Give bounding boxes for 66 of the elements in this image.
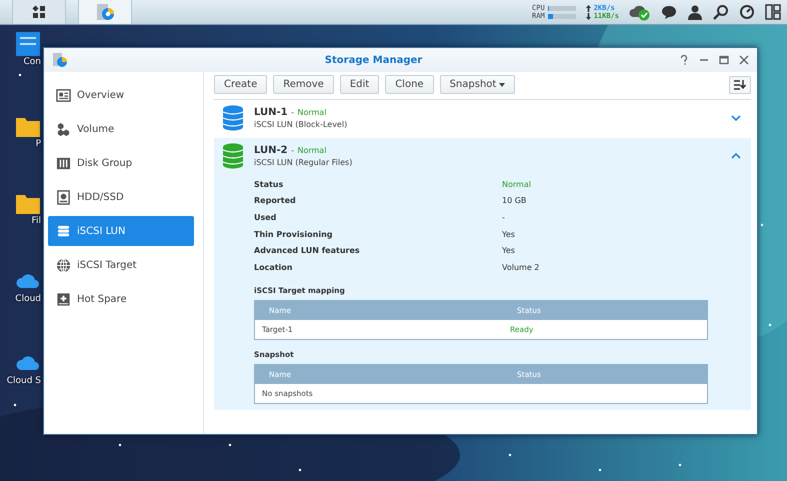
- control-panel-icon[interactable]: [15, 31, 41, 57]
- window-title: Storage Manager: [324, 54, 424, 66]
- id-card-icon: [56, 88, 71, 102]
- detail-label: Thin Provisioning: [254, 230, 334, 239]
- database-icon: [222, 105, 244, 131]
- database-icon: [222, 143, 244, 169]
- desktop-icon-label: Fil: [31, 216, 41, 226]
- cloud-check-icon[interactable]: [629, 3, 651, 21]
- cubes-icon: [56, 122, 71, 136]
- storage-app-icon: [95, 2, 115, 22]
- lun-name: LUN-1 - Normal: [254, 107, 328, 118]
- close-icon[interactable]: [739, 55, 749, 65]
- storage-app-icon: [52, 52, 68, 68]
- detail-label: Status: [254, 180, 284, 189]
- chevron-down-icon[interactable]: [731, 115, 741, 121]
- sort-icon: [734, 80, 746, 90]
- user-icon[interactable]: [687, 4, 703, 20]
- toolbar-button[interactable]: Edit: [340, 75, 380, 94]
- lun-type: iSCSI LUN (Block-Level): [254, 120, 348, 129]
- detail-value: 10 GB: [502, 196, 528, 206]
- sidebar-item[interactable]: Overview: [48, 80, 194, 110]
- plus-box-icon: [56, 292, 71, 306]
- database-icon: [56, 224, 71, 238]
- detail-value: Yes: [502, 230, 516, 239]
- detail-label: Advanced LUN features: [254, 246, 361, 256]
- desktop-icon-label: Cloud: [15, 294, 41, 304]
- desktop-icon-label: Con: [24, 57, 41, 67]
- sidebar-item[interactable]: iSCSI Target: [48, 250, 194, 280]
- lun-type: iSCSI LUN (Regular Files): [254, 158, 354, 167]
- chevron-up-icon[interactable]: [731, 153, 741, 159]
- globe-icon: [56, 258, 71, 272]
- detail-label: Used: [254, 212, 278, 222]
- caret-icon: [499, 82, 506, 86]
- sidebar-item[interactable]: iSCSI LUN: [48, 216, 194, 246]
- detail-label: Reported: [254, 196, 297, 206]
- detail-label: Location: [254, 262, 294, 272]
- detail-value: Yes: [502, 246, 516, 256]
- sidebar-item[interactable]: Volume: [48, 114, 194, 144]
- lun-name: LUN-2 - Normal: [254, 145, 328, 156]
- search-icon[interactable]: [713, 4, 729, 20]
- gauge-icon[interactable]: [739, 4, 755, 20]
- sidebar-item[interactable]: Disk Group: [48, 148, 194, 178]
- help-icon[interactable]: [679, 55, 689, 65]
- maximize-icon[interactable]: [719, 55, 729, 65]
- desktop-icon-label: P: [36, 139, 41, 149]
- sort-button[interactable]: [729, 76, 751, 94]
- detail-value: Normal: [502, 180, 532, 189]
- widgets-icon[interactable]: [765, 4, 781, 20]
- detail-value: Volume 2: [502, 262, 540, 272]
- cpu-meter: [548, 6, 576, 10]
- toolbar-button[interactable]: Remove: [273, 75, 334, 94]
- detail-value: -: [502, 212, 506, 222]
- sidebar-item[interactable]: HDD/SSD: [48, 182, 194, 212]
- chat-icon[interactable]: [661, 4, 677, 20]
- grid-icon: [32, 5, 46, 19]
- hard-drive-icon: [56, 190, 71, 204]
- down-arrow-icon: [586, 12, 591, 20]
- desktop-icon-label: Cloud S: [6, 376, 41, 386]
- disks-icon: [56, 156, 71, 170]
- toolbar-button[interactable]: Create: [214, 75, 268, 94]
- ram-meter: [548, 14, 576, 18]
- up-arrow-icon: [586, 4, 591, 12]
- sidebar-item[interactable]: Hot Spare: [48, 284, 194, 314]
- toolbar-button[interactable]: Snapshot: [440, 75, 516, 94]
- taskbar-app-button[interactable]: [12, 0, 66, 24]
- toolbar-button[interactable]: Clone: [385, 75, 434, 94]
